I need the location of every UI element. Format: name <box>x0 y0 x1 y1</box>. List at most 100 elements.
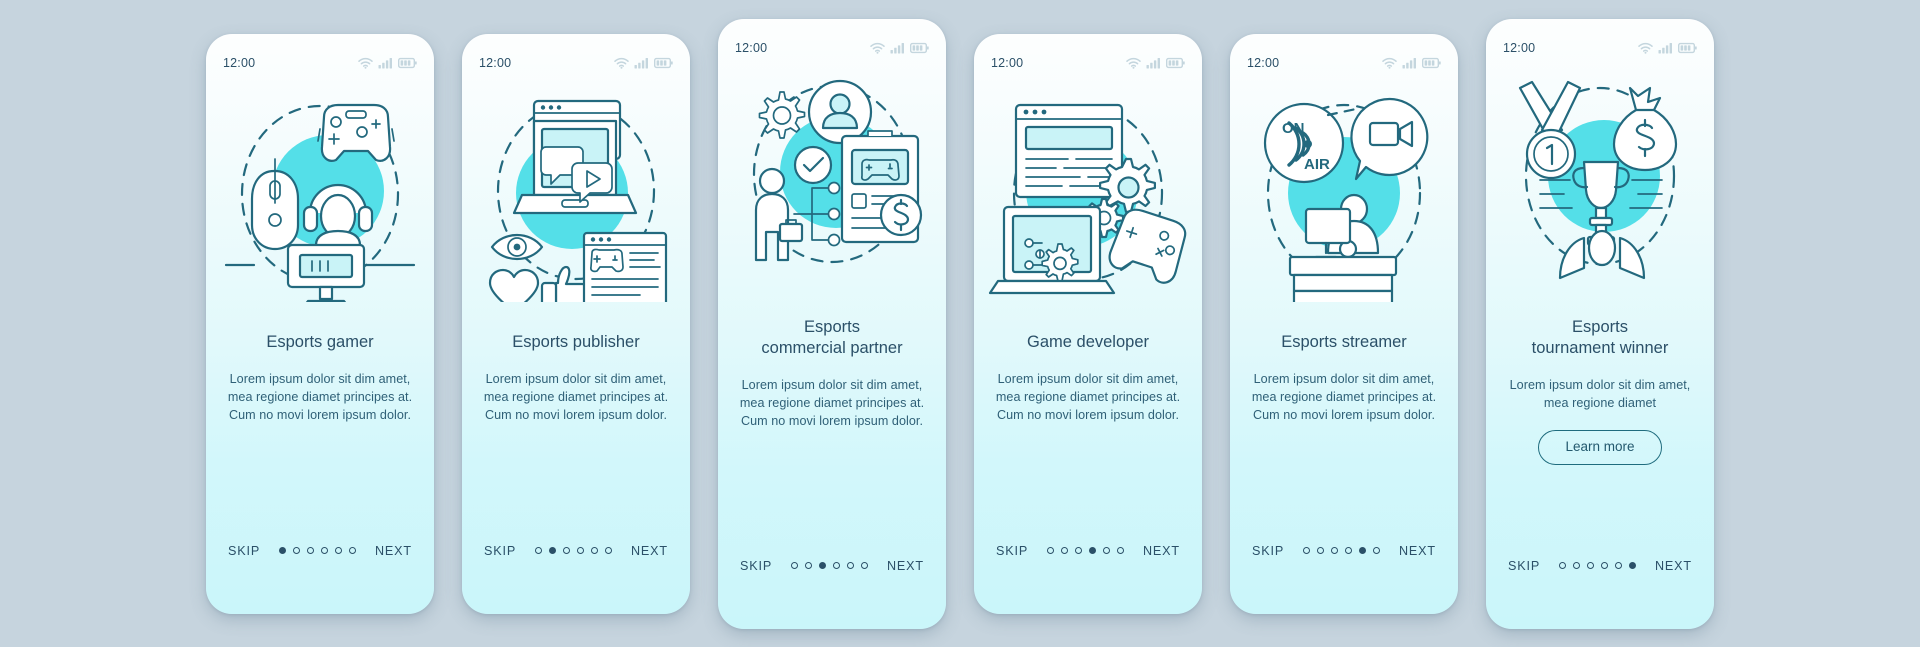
page-dot-active[interactable] <box>1629 562 1637 569</box>
text-block: Esports tournament winner Lorem ipsum do… <box>1486 295 1714 465</box>
onboarding-card-esports-tournament-winner: 12:00 Esports tournament winner Lorem ip… <box>1486 18 1714 629</box>
status-bar-icons <box>1638 42 1697 54</box>
text-block: Esports commercial partner Lorem ipsum d… <box>718 295 946 431</box>
screen-title: Esports commercial partner <box>761 317 903 357</box>
next-button[interactable]: NEXT <box>1399 544 1436 558</box>
status-bar: 12:00 <box>206 48 434 78</box>
page-dot[interactable] <box>1075 547 1083 554</box>
page-dot[interactable] <box>577 547 585 554</box>
next-button[interactable]: NEXT <box>887 559 924 573</box>
screen-title: Esports tournament winner <box>1531 317 1669 357</box>
battery-icon <box>910 42 929 53</box>
status-bar: 12:00 <box>718 33 946 63</box>
page-dot[interactable] <box>293 547 301 554</box>
page-dot[interactable] <box>861 562 869 569</box>
page-dot[interactable] <box>335 547 343 554</box>
onboarding-card-game-developer: 12:00 Game developer Lorem ipsum dolor s… <box>974 33 1202 614</box>
next-button[interactable]: NEXT <box>1655 559 1692 573</box>
page-dot[interactable] <box>1061 547 1069 554</box>
page-dot[interactable] <box>1601 562 1609 569</box>
cellular-signal-icon <box>1146 57 1160 68</box>
wifi-icon <box>614 57 629 69</box>
onboarding-card-esports-streamer: 12:00 ON AIR Esports streamer Lorem ipsu… <box>1230 33 1458 614</box>
skip-button[interactable]: SKIP <box>1508 559 1540 573</box>
page-dots <box>791 562 869 569</box>
next-button[interactable]: NEXT <box>631 544 668 558</box>
page-dot[interactable] <box>563 547 571 554</box>
screen-title: Esports publisher <box>512 332 640 351</box>
battery-icon <box>398 57 417 68</box>
skip-button[interactable]: SKIP <box>996 544 1028 558</box>
status-bar-clock: 12:00 <box>1247 55 1280 70</box>
status-bar: 12:00 <box>974 48 1202 78</box>
skip-button[interactable]: SKIP <box>484 544 516 558</box>
page-dot[interactable] <box>1559 562 1567 569</box>
page-dot[interactable] <box>1345 547 1353 554</box>
page-dots <box>1303 547 1381 554</box>
page-dot-active[interactable] <box>819 562 827 569</box>
status-bar-icons <box>614 57 673 69</box>
page-dot[interactable] <box>1303 547 1311 554</box>
screen-description: Lorem ipsum dolor sit dim amet, mea regi… <box>227 371 413 423</box>
page-dot-active[interactable] <box>1089 547 1097 554</box>
page-dot[interactable] <box>791 562 799 569</box>
status-bar: 12:00 <box>462 48 690 78</box>
screen-title: Game developer <box>1027 332 1149 351</box>
illustration-partner-contract <box>718 63 946 295</box>
onboarding-screens-gallery: 12:00 Esports gamer Lorem ipsum dolor si… <box>0 0 1920 647</box>
cellular-signal-icon <box>1658 42 1672 53</box>
onboarding-nav: SKIP NEXT <box>1230 544 1458 558</box>
screen-description: Lorem ipsum dolor sit dim amet, mea regi… <box>483 371 669 423</box>
wifi-icon <box>870 42 885 54</box>
skip-button[interactable]: SKIP <box>1252 544 1284 558</box>
page-dot[interactable] <box>605 547 613 554</box>
status-bar-clock: 12:00 <box>991 55 1024 70</box>
battery-icon <box>1422 57 1441 68</box>
page-dot[interactable] <box>1103 547 1111 554</box>
page-dot[interactable] <box>847 562 855 569</box>
screen-description: Lorem ipsum dolor sit dim amet, mea regi… <box>995 371 1181 423</box>
learn-more-button[interactable]: Learn more <box>1538 430 1662 465</box>
page-dot[interactable] <box>321 547 329 554</box>
page-dot[interactable] <box>535 547 543 554</box>
wifi-icon <box>1638 42 1653 54</box>
page-dot[interactable] <box>805 562 813 569</box>
svg-text:AIR: AIR <box>1304 156 1330 173</box>
skip-button[interactable]: SKIP <box>740 559 772 573</box>
page-dot[interactable] <box>1317 547 1325 554</box>
page-dot[interactable] <box>591 547 599 554</box>
onboarding-nav: SKIP NEXT <box>974 544 1202 558</box>
status-bar-icons <box>870 42 929 54</box>
battery-icon <box>654 57 673 68</box>
illustration-laptop-media <box>462 78 690 310</box>
battery-icon <box>1678 42 1697 53</box>
page-dot-active[interactable] <box>1359 547 1367 554</box>
onboarding-card-esports-publisher: 12:00 Esports publisher Lorem ipsum dolo… <box>462 33 690 614</box>
page-dot[interactable] <box>1587 562 1595 569</box>
page-dot[interactable] <box>1117 547 1125 554</box>
screen-title: Esports streamer <box>1281 332 1407 351</box>
status-bar-icons <box>1126 57 1185 69</box>
text-block: Esports streamer Lorem ipsum dolor sit d… <box>1230 310 1458 425</box>
skip-button[interactable]: SKIP <box>228 544 260 558</box>
cellular-signal-icon <box>890 42 904 53</box>
cellular-signal-icon <box>378 57 392 68</box>
screen-description: Lorem ipsum dolor sit dim amet, mea regi… <box>1251 371 1437 423</box>
page-dot[interactable] <box>1573 562 1581 569</box>
page-dot[interactable] <box>1615 562 1623 569</box>
status-bar-clock: 12:00 <box>223 55 256 70</box>
next-button[interactable]: NEXT <box>1143 544 1180 558</box>
onboarding-nav: SKIP NEXT <box>1486 559 1714 573</box>
page-dot[interactable] <box>349 547 357 554</box>
page-dot[interactable] <box>1373 547 1381 554</box>
wifi-icon <box>1126 57 1141 69</box>
page-dot[interactable] <box>307 547 315 554</box>
page-dot[interactable] <box>833 562 841 569</box>
page-dots <box>279 547 357 554</box>
page-dot[interactable] <box>1331 547 1339 554</box>
page-dot[interactable] <box>1047 547 1055 554</box>
page-dot-active[interactable] <box>549 547 557 554</box>
status-bar: 12:00 <box>1486 33 1714 63</box>
page-dot-active[interactable] <box>279 547 287 554</box>
next-button[interactable]: NEXT <box>375 544 412 558</box>
